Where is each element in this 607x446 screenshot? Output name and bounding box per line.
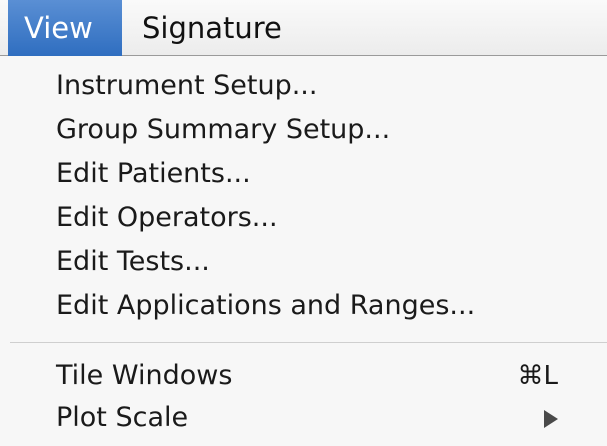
menu-view[interactable]: View bbox=[8, 0, 122, 56]
triangle-right-icon bbox=[544, 410, 558, 428]
menu-item-edit-applications-and-ranges[interactable]: Edit Applications and Ranges... bbox=[56, 286, 586, 326]
menu-item-edit-patients[interactable]: Edit Patients... bbox=[56, 154, 586, 194]
menu-separator bbox=[10, 342, 607, 343]
menu-item-edit-operators[interactable]: Edit Operators... bbox=[56, 198, 586, 238]
menu-item-tile-windows[interactable]: Tile Windows ⌘L bbox=[56, 356, 586, 396]
view-dropdown-menu: Instrument Setup... Group Summary Setup.… bbox=[0, 56, 607, 446]
menu-item-plot-scale-label: Plot Scale bbox=[56, 402, 189, 433]
keyboard-shortcut: ⌘L bbox=[517, 361, 559, 391]
menu-item-group-summary-setup[interactable]: Group Summary Setup... bbox=[56, 110, 586, 150]
menu-item-tile-windows-label: Tile Windows bbox=[56, 360, 233, 391]
menu-signature[interactable]: Signature bbox=[142, 0, 282, 56]
menu-item-edit-tests[interactable]: Edit Tests... bbox=[56, 242, 586, 282]
menu-item-instrument-setup[interactable]: Instrument Setup... bbox=[56, 66, 586, 106]
menu-bar: View Signature bbox=[0, 0, 607, 56]
menu-item-plot-scale[interactable]: Plot Scale bbox=[56, 398, 586, 438]
